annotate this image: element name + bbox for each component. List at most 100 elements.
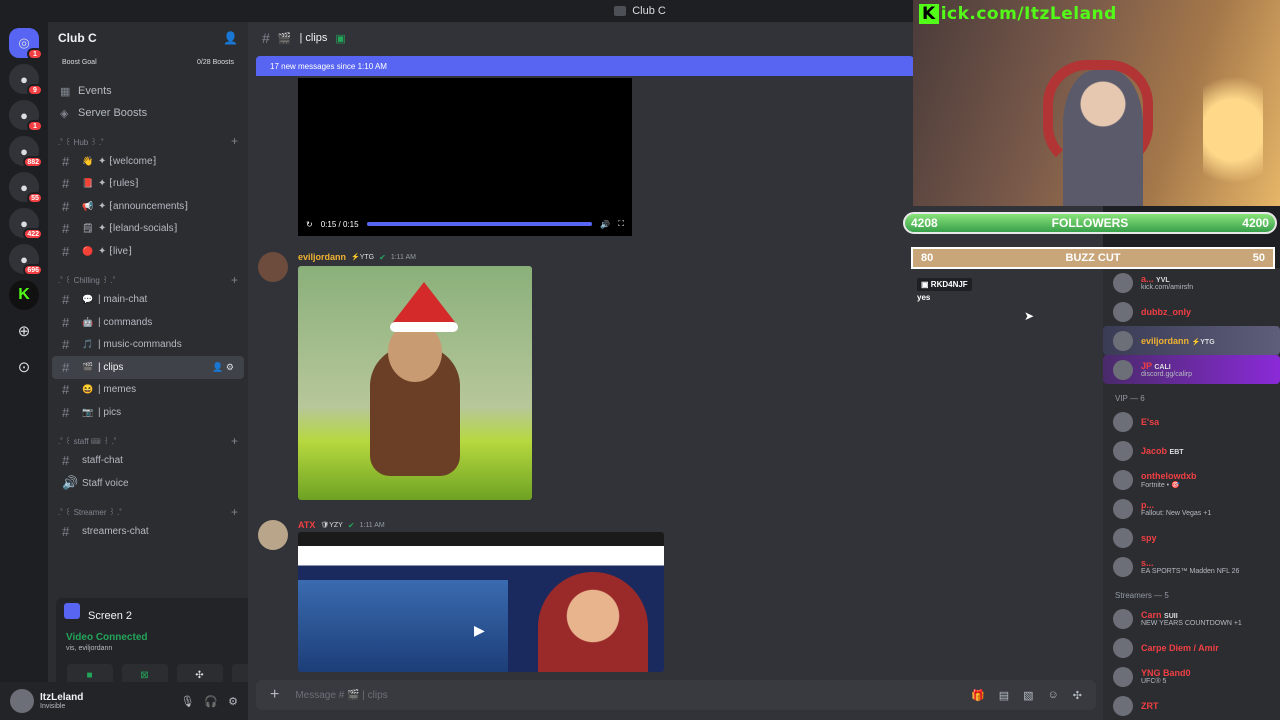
boost-goal-bar[interactable]: Boost Goal 0/28 Boosts xyxy=(48,54,248,70)
plus-icon[interactable]: + xyxy=(231,273,238,287)
gear-icon[interactable]: ⚙ xyxy=(228,695,238,708)
member-item[interactable]: spy xyxy=(1103,523,1280,552)
video-embed[interactable]: ▶ xyxy=(298,532,664,672)
new-messages-bar[interactable]: 17 new messages since 1:10 AM xyxy=(256,56,914,76)
member-item[interactable]: eviljordann ⚡YTG xyxy=(1103,326,1280,355)
server-icon[interactable]: ● 9 xyxy=(9,64,43,96)
guild-tag: CALI xyxy=(1154,364,1171,371)
member-list: a... YVL kick.com/amirsfn dubbz_only evil… xyxy=(1103,268,1280,720)
category-hub[interactable]: .˚ ꒰ Hub ꒱ .˚ + xyxy=(48,132,248,150)
channel-pics[interactable]: # 📷 | pics xyxy=(52,401,244,424)
channel-live[interactable]: # 🔴 ✦ ⁅live⁆ xyxy=(52,240,244,263)
explore-icon[interactable]: ⊙ xyxy=(9,352,39,382)
server-icon[interactable]: ● 1 xyxy=(9,100,43,132)
username[interactable]: ItzLeland xyxy=(40,692,83,703)
member-item[interactable]: ZRT xyxy=(1103,691,1280,720)
message-author[interactable]: ATX xyxy=(298,520,315,530)
member-activity: Fortnite • 🎯 xyxy=(1141,481,1180,489)
discord-home-icon[interactable]: ◎ 1 xyxy=(9,28,43,60)
gift-icon[interactable]: 🎁 xyxy=(971,689,985,702)
video-player[interactable]: ↻ 0:15 / 0:15 🔊 ⛶ xyxy=(298,78,632,236)
plus-icon[interactable]: + xyxy=(270,686,279,704)
member-item[interactable]: onthelowdxb Fortnite • 🎯 xyxy=(1103,465,1280,494)
add-server-icon[interactable]: ⊕ xyxy=(9,316,39,346)
avatar xyxy=(1113,556,1133,577)
channel-emoji: 👋 xyxy=(82,155,94,166)
member-item[interactable]: Carn SUII NEW YEARS COUNTDOWN +1 xyxy=(1103,604,1280,633)
server-header[interactable]: Club C 👤 xyxy=(48,22,248,54)
channel-commands[interactable]: # 🤖 | commands xyxy=(52,311,244,334)
invite-icon[interactable]: 👤 xyxy=(223,31,238,45)
channel-staff-voice[interactable]: 🔊 Staff voice xyxy=(52,472,244,495)
screen-label: Screen 2 xyxy=(88,609,133,622)
category-label: .˚ ꒰ Chilling ꒱ .˚ xyxy=(58,276,116,285)
avatar xyxy=(1113,637,1133,658)
replay-icon[interactable]: ↻ xyxy=(306,220,313,229)
user-status: Invisible xyxy=(40,703,66,710)
gear-icon[interactable]: ⚙ xyxy=(226,362,234,372)
member-item[interactable]: Carpe Diem / Amir xyxy=(1103,633,1280,662)
member-item[interactable]: JP CALI discord.gg/calirp xyxy=(1103,355,1280,384)
video-progress[interactable] xyxy=(366,222,593,226)
volume-icon[interactable]: 🔊 xyxy=(600,220,610,229)
channel-announcements[interactable]: # 📢 ✦ ⁅announcements⁆ xyxy=(52,195,244,218)
microphone-icon[interactable]: 🎙 xyxy=(180,695,194,708)
category-chilling[interactable]: .˚ ꒰ Chilling ꒱ .˚ + xyxy=(48,271,248,289)
message-input[interactable]: Message # 🎬 | clips xyxy=(295,690,387,701)
server-icon[interactable]: ● 882 xyxy=(9,136,43,168)
avatar[interactable] xyxy=(10,689,34,713)
channel-clips[interactable]: # 🎬 | clips 👤 ⚙ xyxy=(52,356,244,379)
server-boosts-item[interactable]: ◈ Server Boosts xyxy=(48,102,248,124)
member-item[interactable]: YNG Band0 UFC® 5 xyxy=(1103,662,1280,691)
avatar xyxy=(1113,330,1133,351)
role-header: Streamers — 5 xyxy=(1115,591,1169,600)
channel-leland-socials[interactable]: # 🗒 ✦ ⁅leland-socials⁆ xyxy=(52,218,244,241)
clapper-icon: 🎬 xyxy=(277,32,292,45)
plus-icon[interactable]: + xyxy=(231,434,238,448)
message-author[interactable]: eviljordann xyxy=(298,252,346,262)
server-icon[interactable]: ● 696 xyxy=(9,244,43,276)
channel-emoji: 🔴 xyxy=(82,245,94,256)
plus-icon[interactable]: + xyxy=(231,505,238,519)
events-item[interactable]: ▦ Events xyxy=(48,80,248,102)
channel-streamers-chat[interactable]: # streamers-chat xyxy=(52,521,244,544)
sticker-icon[interactable]: ▧ xyxy=(1023,689,1033,702)
channel-staff-chat[interactable]: # staff-chat xyxy=(52,450,244,473)
member-name: YNG Band0 xyxy=(1141,668,1191,678)
member-item[interactable]: Jacob EBT xyxy=(1103,436,1280,465)
channel-music-commands[interactable]: # 🎵 | music-commands xyxy=(52,334,244,357)
server-icon[interactable]: ● 422 xyxy=(9,208,43,240)
play-icon[interactable]: ▶ xyxy=(474,622,485,639)
member-item[interactable]: dubbz_only xyxy=(1103,297,1280,326)
add-member-icon[interactable]: 👤 xyxy=(212,362,223,372)
plus-icon[interactable]: + xyxy=(231,134,238,148)
apps-icon[interactable]: ✣ xyxy=(1073,689,1082,702)
channel-welcome[interactable]: # 👋 ✦ ⁅welcome⁆ xyxy=(52,150,244,173)
voice-status-label[interactable]: Video Connected xyxy=(66,632,148,643)
kick-icon[interactable]: K xyxy=(9,280,39,310)
gif-icon[interactable]: ▤ xyxy=(999,689,1009,702)
avatar[interactable] xyxy=(258,252,288,282)
category-streamer[interactable]: .˚ ꒰ Streamer ꒱ .˚ + xyxy=(48,503,248,521)
channel-emoji: 💬 xyxy=(82,294,94,305)
channel-memes[interactable]: # 😆 | memes xyxy=(52,379,244,402)
channel-rules[interactable]: # 📕 ✦ ⁅rules⁆ xyxy=(52,173,244,196)
member-activity: kick.com/amirsfn xyxy=(1141,284,1194,291)
member-activity: UFC® 5 xyxy=(1141,678,1167,685)
emoji-icon[interactable]: ☺ xyxy=(1048,689,1059,702)
member-item[interactable]: s... EA SPORTS™ Madden NFL 26 xyxy=(1103,552,1280,581)
message-composer[interactable]: + Message # 🎬 | clips 🎁 ▤ ▧ ☺ ✣ xyxy=(256,680,1096,710)
avatar xyxy=(1113,469,1133,490)
boost-goal-label: Boost Goal xyxy=(62,58,97,66)
member-item[interactable]: E'sa xyxy=(1103,407,1280,436)
headphones-icon[interactable]: 🎧 xyxy=(204,695,218,708)
member-name: dubbz_only xyxy=(1141,306,1191,317)
server-icon[interactable]: ● 55 xyxy=(9,172,43,204)
threads-icon[interactable]: ▣ xyxy=(335,32,345,45)
fullscreen-icon[interactable]: ⛶ xyxy=(618,219,624,229)
avatar[interactable] xyxy=(258,520,288,550)
member-item[interactable]: p... Fallout: New Vegas +1 xyxy=(1103,494,1280,523)
monkey-gif[interactable] xyxy=(298,266,532,500)
category-staff[interactable]: .˚ ꒰ staff 🎟 ꒱ .˚ + xyxy=(48,432,248,450)
channel-main-chat[interactable]: # 💬 | main-chat xyxy=(52,289,244,312)
